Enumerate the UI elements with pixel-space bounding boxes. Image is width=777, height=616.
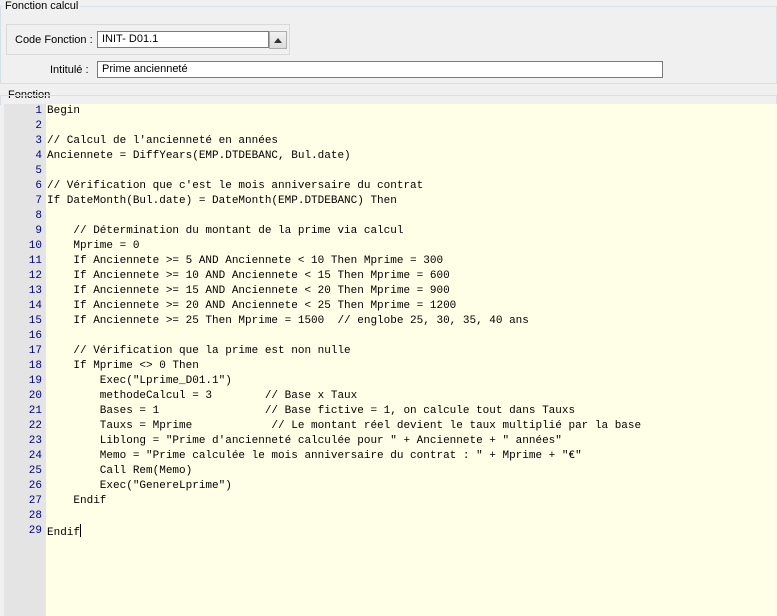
- code-line[interactable]: 18 If Mprime <> 0 Then: [4, 359, 777, 374]
- code-text: Endif: [42, 524, 82, 539]
- code-line[interactable]: 22 Tauxs = Mprime // Le montant réel dev…: [4, 419, 777, 434]
- triangle-up-icon: [274, 37, 282, 43]
- line-number: 25: [28, 465, 42, 477]
- line-number: 2: [35, 120, 42, 132]
- line-number: 22: [28, 420, 42, 432]
- line-number: 16: [28, 330, 42, 342]
- code-line[interactable]: 17 // Vérification que la prime est non …: [4, 344, 777, 359]
- line-number: 6: [35, 180, 42, 192]
- line-number: 17: [28, 345, 42, 357]
- code-text: If Anciennete >= 20 AND Anciennete < 25 …: [47, 300, 457, 312]
- code-text: Mprime = 0: [47, 240, 140, 252]
- fonction-calcul-title: Fonction calcul: [3, 0, 81, 13]
- code-line[interactable]: 1 Begin: [4, 104, 777, 119]
- code-text: Liblong = "Prime d'ancienneté calculée p…: [47, 435, 562, 447]
- line-number: 13: [28, 285, 42, 297]
- code-text: Bases = 1 // Base fictive = 1, on calcul…: [47, 405, 576, 417]
- intitule-label: Intitulé :: [50, 64, 89, 76]
- line-number: 11: [28, 255, 42, 267]
- code-line[interactable]: 2: [4, 119, 777, 134]
- code-text: Exec("Lprime_D01.1"): [47, 375, 232, 387]
- code-line[interactable]: 11 If Anciennete >= 5 AND Anciennete < 1…: [4, 254, 777, 269]
- code-text: Begin: [47, 105, 81, 117]
- code-text: If Anciennete >= 5 AND Anciennete < 10 T…: [47, 255, 444, 267]
- code-line[interactable]: 24 Memo = "Prime calculée le mois annive…: [4, 449, 777, 464]
- code-line[interactable]: 20 methodeCalcul = 3 // Base x Taux: [4, 389, 777, 404]
- line-number: 4: [35, 150, 42, 162]
- line-number: 10: [28, 240, 42, 252]
- code-text: If Mprime <> 0 Then: [47, 360, 199, 372]
- code-fonction-label: Code Fonction :: [15, 34, 93, 46]
- line-number: 5: [35, 165, 42, 177]
- code-line[interactable]: 25 Call Rem(Memo): [4, 464, 777, 479]
- line-number: 9: [35, 225, 42, 237]
- code-line[interactable]: 12 If Anciennete >= 10 AND Anciennete < …: [4, 269, 777, 284]
- code-text: methodeCalcul = 3 // Base x Taux: [47, 390, 358, 402]
- code-line[interactable]: 16: [4, 329, 777, 344]
- code-text: If DateMonth(Bul.date) = DateMonth(EMP.D…: [47, 195, 397, 207]
- line-number: 18: [28, 360, 42, 372]
- code-lines: 1 Begin 2 3// Calcul de l'ancienneté en ann…: [4, 104, 777, 539]
- code-line[interactable]: 4 Anciennete = DiffYears(EMP.DTDEBANC, Bu…: [4, 149, 777, 164]
- line-number: 19: [28, 375, 42, 387]
- code-line[interactable]: 13 If Anciennete >= 15 AND Anciennete < …: [4, 284, 777, 299]
- code-editor[interactable]: 1 Begin 2 3// Calcul de l'ancienneté en ann…: [4, 104, 777, 616]
- line-number: 29: [28, 525, 42, 537]
- code-text: Anciennete = DiffYears(EMP.DTDEBANC, Bul…: [47, 150, 351, 162]
- text-caret: [80, 524, 82, 537]
- line-number: 7: [35, 195, 42, 207]
- code-line[interactable]: 14 If Anciennete >= 20 AND Anciennete < …: [4, 299, 777, 314]
- line-number: 15: [28, 315, 42, 327]
- code-line[interactable]: 6 // Vérification que c'est le mois anniv…: [4, 179, 777, 194]
- line-number: 27: [28, 495, 42, 507]
- code-line[interactable]: 9 // Détermination du montant de la prim…: [4, 224, 777, 239]
- code-line[interactable]: 26 Exec("GenereLprime"): [4, 479, 777, 494]
- line-number: 8: [35, 210, 42, 222]
- code-line[interactable]: 7 If DateMonth(Bul.date) = DateMonth(EMP.…: [4, 194, 777, 209]
- code-text: // Vérification que la prime est non nul…: [47, 345, 351, 357]
- line-number: 23: [28, 435, 42, 447]
- code-text: // Détermination du montant de la prime …: [47, 225, 404, 237]
- code-line[interactable]: 10 Mprime = 0: [4, 239, 777, 254]
- code-line[interactable]: 27 Endif: [4, 494, 777, 509]
- line-number: 21: [28, 405, 42, 417]
- code-text: Exec("GenereLprime"): [47, 480, 232, 492]
- code-line[interactable]: 23 Liblong = "Prime d'ancienneté calculé…: [4, 434, 777, 449]
- code-text: If Anciennete >= 25 Then Mprime = 1500 /…: [47, 315, 529, 327]
- code-text: Tauxs = Mprime // Le montant réel devien…: [47, 420, 642, 432]
- code-text: If Anciennete >= 15 AND Anciennete < 20 …: [47, 285, 450, 297]
- code-line[interactable]: 8: [4, 209, 777, 224]
- line-number: 3: [35, 135, 42, 147]
- code-fonction-dropdown-button[interactable]: [269, 31, 287, 49]
- code-fonction-select[interactable]: INIT- D01.1: [97, 31, 269, 48]
- line-number: 14: [28, 300, 42, 312]
- line-number: 24: [28, 450, 42, 462]
- code-line[interactable]: 19 Exec("Lprime_D01.1"): [4, 374, 777, 389]
- intitule-input[interactable]: Prime ancienneté: [97, 61, 663, 78]
- code-text: // Calcul de l'ancienneté en années: [47, 135, 279, 147]
- line-number: 28: [28, 510, 42, 522]
- code-text: Endif: [47, 495, 107, 507]
- code-line[interactable]: 28: [4, 509, 777, 524]
- line-number: 12: [28, 270, 42, 282]
- line-number: 1: [35, 105, 42, 117]
- code-line[interactable]: 3 // Calcul de l'ancienneté en années: [4, 134, 777, 149]
- code-line[interactable]: 15 If Anciennete >= 25 Then Mprime = 150…: [4, 314, 777, 329]
- line-number: 26: [28, 480, 42, 492]
- code-line[interactable]: 21 Bases = 1 // Base fictive = 1, on cal…: [4, 404, 777, 419]
- code-text: Call Rem(Memo): [47, 465, 193, 477]
- code-line[interactable]: 5: [4, 164, 777, 179]
- code-text: Memo = "Prime calculée le mois anniversa…: [47, 450, 582, 462]
- code-text: If Anciennete >= 10 AND Anciennete < 15 …: [47, 270, 450, 282]
- line-number: 20: [28, 390, 42, 402]
- code-text: // Vérification que c'est le mois annive…: [47, 180, 424, 192]
- code-line[interactable]: 29 Endif: [4, 524, 777, 539]
